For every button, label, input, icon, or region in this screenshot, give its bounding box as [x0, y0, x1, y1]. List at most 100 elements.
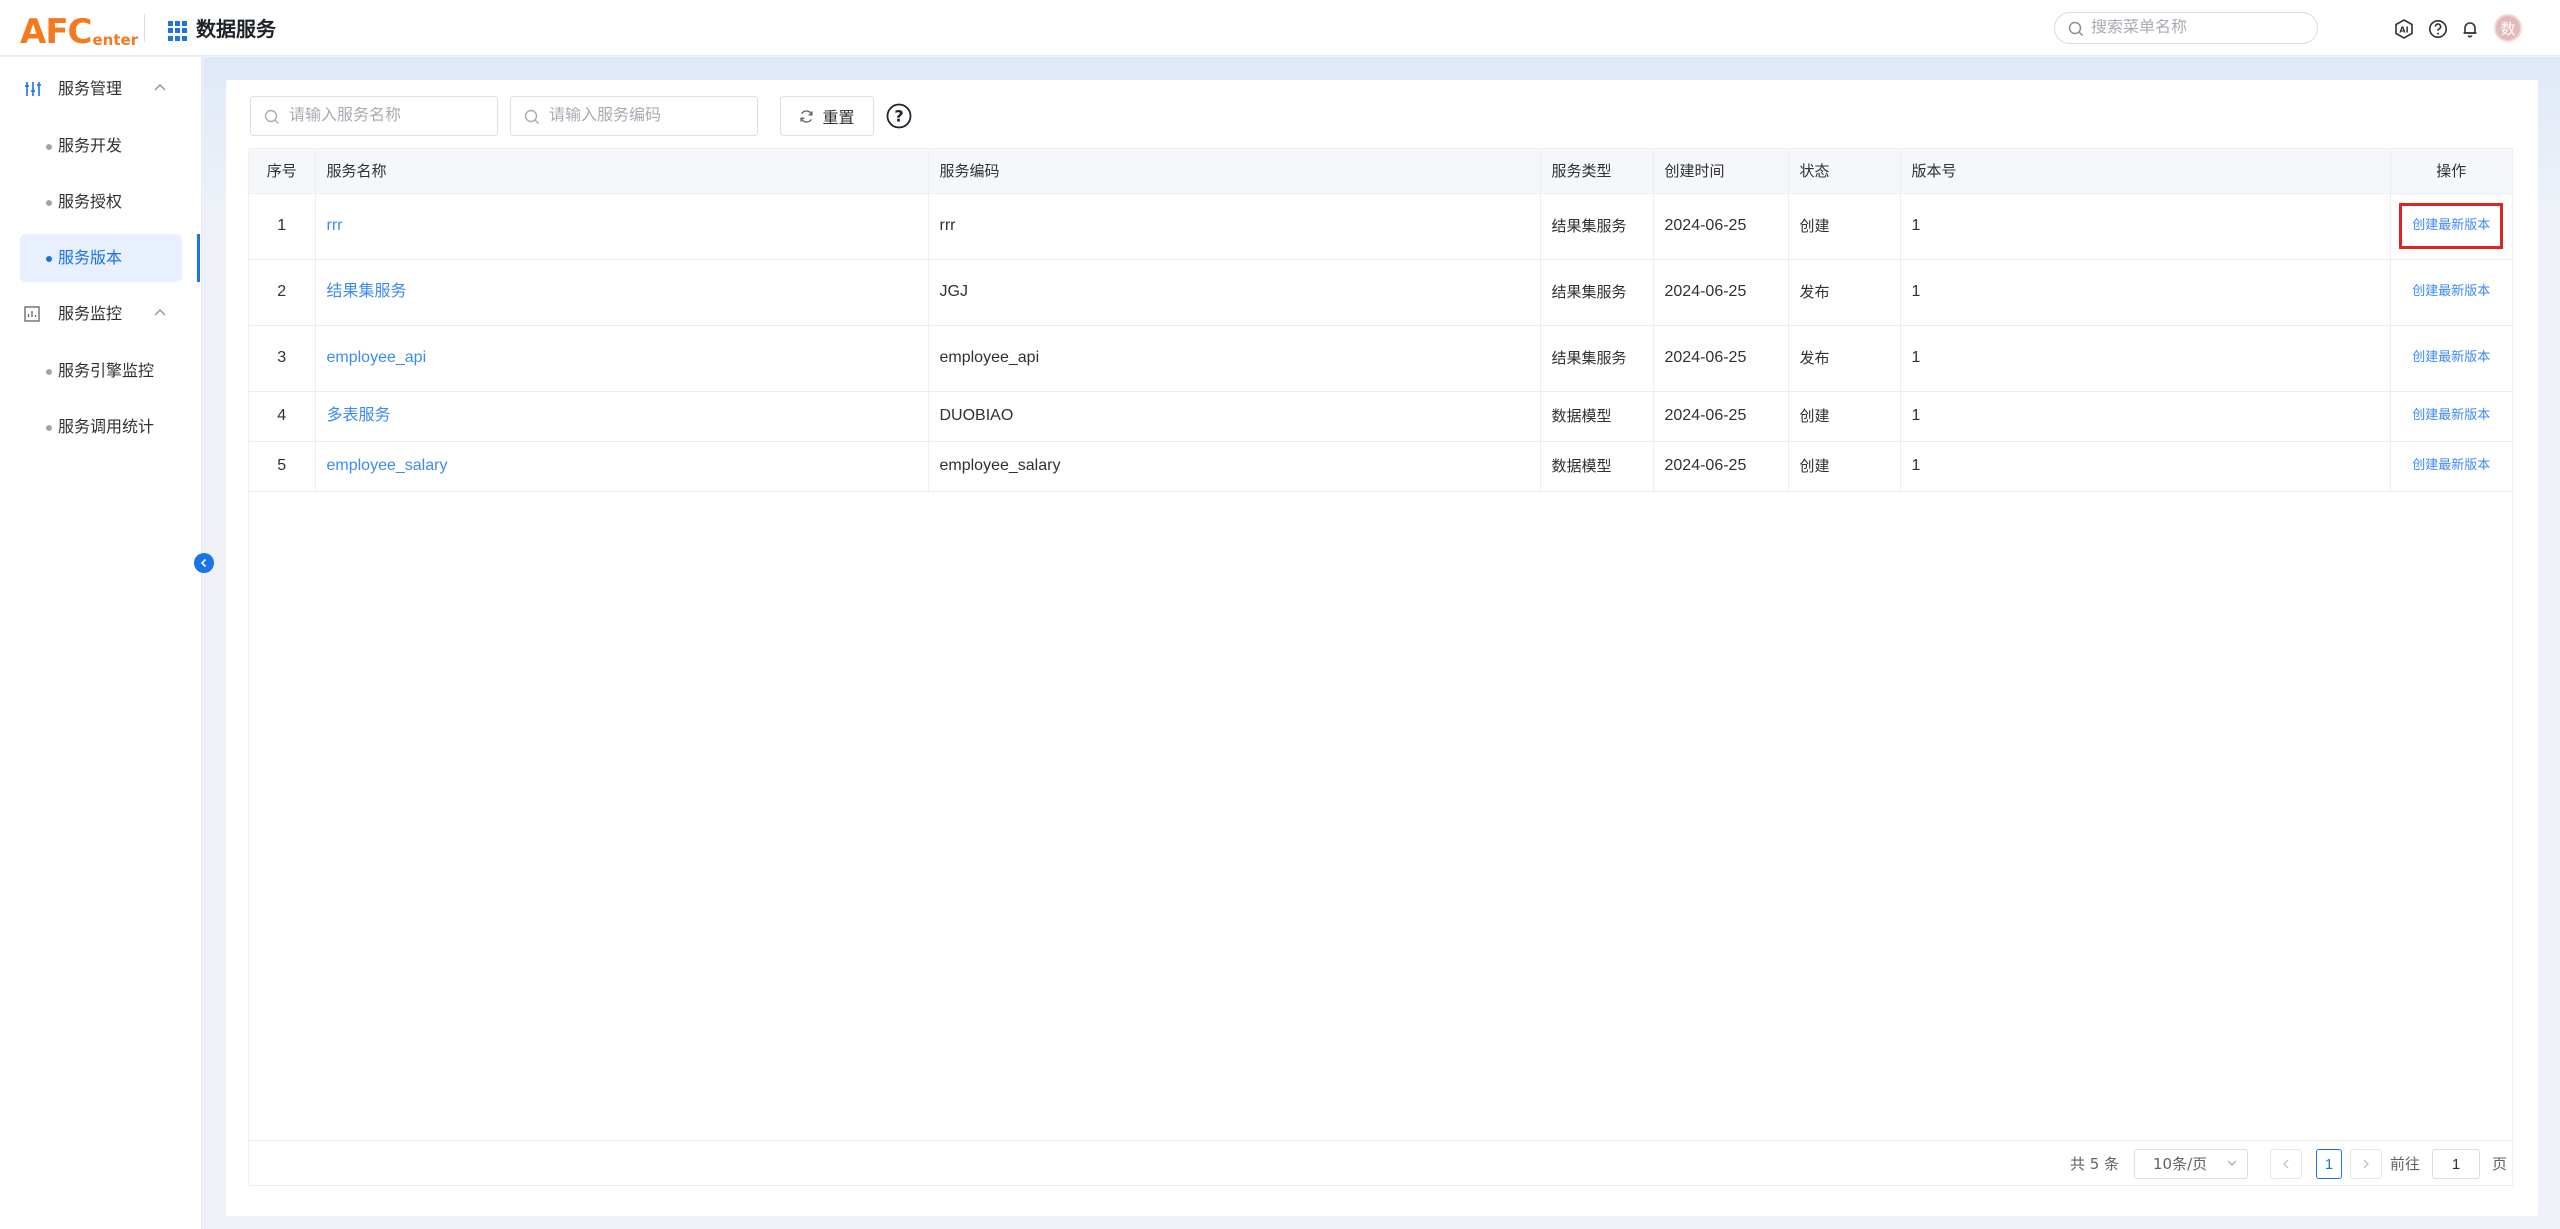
data-table: 序号 服务名称 服务编码 服务类型 创建时间 状态 版本号 操作 1 rrr r… — [249, 149, 2512, 492]
sidebar-item-label: 服务引擎监控 — [58, 361, 155, 380]
column-header: 服务编码 — [928, 149, 1541, 194]
help-circle-icon[interactable]: ? — [886, 103, 912, 129]
afcenter-logo[interactable]: AFC enter — [20, 9, 138, 49]
service-name-input[interactable] — [289, 107, 479, 125]
created-time-cell: 2024-06-25 — [1653, 193, 1789, 260]
status-cell: 发布 — [1788, 259, 1901, 326]
next-page-button[interactable] — [2350, 1149, 2382, 1179]
version-cell: 1 — [1900, 193, 2391, 260]
table-row: 3 employee_api employee_api 结果集服务 2024-0… — [249, 325, 2512, 392]
bullet-dot-icon — [46, 144, 52, 150]
menu-group-label: 服务管理 — [58, 79, 123, 98]
page-size-select[interactable]: 10条/页 — [2134, 1149, 2248, 1179]
goto-page-input[interactable] — [2432, 1149, 2480, 1179]
header-divider — [144, 14, 145, 42]
create-latest-version-link[interactable]: 创建最新版本 — [2402, 272, 2500, 312]
table-row: 2 结果集服务 JGJ 结果集服务 2024-06-25 发布 1 创建最新版本 — [249, 259, 2512, 326]
service-type-cell: 结果集服务 — [1540, 325, 1654, 392]
service-name-cell: rrr — [315, 193, 929, 260]
version-cell: 1 — [1900, 325, 2391, 392]
top-header: AFC enter 数据服务 AI 数 — [0, 0, 2560, 56]
sidebar-item-label: 服务版本 — [58, 248, 123, 267]
action-cell: 创建最新版本 — [2390, 193, 2512, 260]
created-time-cell: 2024-06-25 — [1653, 441, 1789, 492]
bell-icon[interactable] — [2460, 19, 2480, 39]
ai-assistant-icon[interactable]: AI — [2394, 19, 2414, 39]
svg-text:?: ? — [894, 107, 903, 126]
bullet-dot-icon — [46, 256, 52, 262]
service-code-cell: employee_api — [928, 325, 1541, 392]
reset-button-label: 重置 — [822, 110, 855, 127]
pagination: 共 5 条 10条/页 1 前往 页 — [248, 1140, 2513, 1186]
service-version-table: 序号 服务名称 服务编码 服务类型 创建时间 状态 版本号 操作 1 rrr r… — [248, 148, 2513, 1186]
search-icon — [524, 109, 539, 124]
help-icon[interactable] — [2428, 19, 2448, 39]
service-name-cell: 结果集服务 — [315, 259, 929, 326]
menu-group-service-monitor[interactable]: 服务监控 — [0, 294, 202, 334]
service-name-link[interactable]: rrr — [327, 217, 343, 234]
version-cell: 1 — [1900, 259, 2391, 326]
sidebar-item-label: 服务开发 — [58, 136, 123, 155]
service-name-link[interactable]: 结果集服务 — [327, 283, 407, 300]
service-name-cell: employee_api — [315, 325, 929, 392]
app-grid-icon[interactable] — [168, 21, 188, 41]
service-name-link[interactable]: 多表服务 — [327, 407, 391, 424]
action-cell: 创建最新版本 — [2390, 441, 2512, 492]
row-index: 5 — [249, 441, 316, 492]
row-index: 1 — [249, 193, 316, 260]
chevron-left-icon — [2283, 1159, 2289, 1169]
chart-monitor-icon — [24, 306, 40, 322]
create-latest-version-link[interactable]: 创建最新版本 — [2402, 338, 2500, 378]
column-header: 服务类型 — [1540, 149, 1654, 194]
sidebar-item-engine-monitor[interactable]: 服务引擎监控 — [20, 347, 182, 395]
chevron-right-icon — [2363, 1159, 2369, 1169]
create-latest-version-link[interactable]: 创建最新版本 — [2402, 396, 2500, 436]
table-header-row: 序号 服务名称 服务编码 服务类型 创建时间 状态 版本号 操作 — [249, 149, 2512, 194]
service-type-cell: 结果集服务 — [1540, 193, 1654, 260]
total-count: 共 5 条 — [2070, 1155, 2120, 1173]
chevron-up-icon — [154, 309, 166, 316]
sidebar-item-label: 服务授权 — [58, 192, 123, 211]
service-type-cell: 数据模型 — [1540, 391, 1654, 442]
prev-page-button[interactable] — [2270, 1149, 2302, 1179]
chevron-up-icon — [154, 84, 166, 91]
page-suffix: 页 — [2492, 1155, 2508, 1173]
version-cell: 1 — [1900, 441, 2391, 492]
page-number-current[interactable]: 1 — [2316, 1149, 2342, 1179]
service-code-cell: DUOBIAO — [928, 391, 1541, 442]
search-icon — [264, 109, 279, 124]
table-row: 4 多表服务 DUOBIAO 数据模型 2024-06-25 创建 1 创建最新… — [249, 391, 2512, 442]
sidebar-item-service-dev[interactable]: 服务开发 — [20, 122, 182, 170]
service-name-cell: employee_salary — [315, 441, 929, 492]
active-indicator-bar — [197, 234, 200, 282]
sidebar-item-call-stats[interactable]: 服务调用统计 — [20, 403, 182, 451]
sidebar-item-service-auth[interactable]: 服务授权 — [20, 178, 182, 226]
service-name-filter — [250, 96, 498, 136]
sidebar-item-label: 服务调用统计 — [58, 417, 155, 436]
menu-search-input[interactable] — [2091, 19, 2301, 37]
column-header: 版本号 — [1900, 149, 2391, 194]
service-code-input[interactable] — [549, 107, 739, 125]
reset-button[interactable]: 重置 — [780, 96, 874, 136]
column-header: 序号 — [249, 149, 316, 194]
refresh-icon — [800, 109, 814, 123]
chevron-left-icon — [200, 558, 207, 568]
logo-sub-text: enter — [92, 31, 139, 49]
menu-group-service-management[interactable]: 服务管理 — [0, 69, 202, 109]
service-name-cell: 多表服务 — [315, 391, 929, 442]
service-name-link[interactable]: employee_salary — [327, 457, 448, 474]
sidebar-collapse-button[interactable] — [194, 553, 214, 573]
action-cell: 创建最新版本 — [2390, 259, 2512, 326]
row-index: 3 — [249, 325, 316, 392]
service-code-cell: rrr — [928, 193, 1541, 260]
create-latest-version-link[interactable]: 创建最新版本 — [2402, 446, 2500, 486]
create-latest-version-link[interactable]: 创建最新版本 — [2399, 203, 2504, 249]
user-avatar[interactable]: 数 — [2494, 14, 2522, 42]
sidebar-item-service-version[interactable]: 服务版本 — [20, 234, 182, 282]
row-index: 2 — [249, 259, 316, 326]
service-code-cell: JGJ — [928, 259, 1541, 326]
service-name-link[interactable]: employee_api — [327, 349, 427, 366]
created-time-cell: 2024-06-25 — [1653, 325, 1789, 392]
column-header: 创建时间 — [1653, 149, 1789, 194]
goto-label: 前往 — [2390, 1155, 2421, 1173]
